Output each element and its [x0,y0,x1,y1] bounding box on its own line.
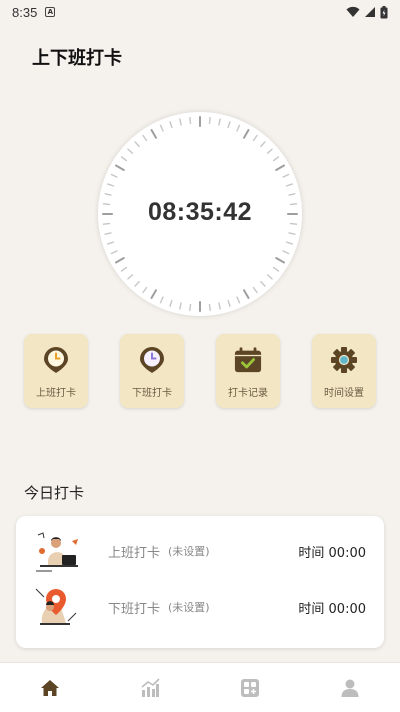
dial-tick [282,173,290,178]
dial-tick [107,183,115,187]
dial-tick [107,241,115,245]
dial-tick [282,250,290,255]
clock-pin-icon [138,346,166,374]
wifi-icon [346,6,360,17]
dial-tick [142,134,148,142]
grid-icon [241,678,259,697]
signal-icon [365,7,375,17]
dial-tick [120,266,128,272]
current-time: 08:35:42 [147,198,253,226]
dial-tick [189,116,192,125]
dial-tick [179,118,182,126]
notification-icon: A [45,7,56,17]
records-label: 打卡记录 [228,388,268,399]
dial-tick [120,156,128,162]
today-card: 上班打卡 (未设置) 时间 00:00 下班打卡 (未设置) 时间 00:00 [16,516,384,648]
status-time: 8:35 [12,4,38,20]
dial-tick [134,141,140,148]
row-time: 时间 00:00 [298,545,366,561]
dial-tick [110,250,118,255]
dial-tick [275,164,286,171]
dial-tick [227,121,231,129]
tab-home[interactable] [0,663,100,712]
dial-tick [272,266,280,272]
dial-tick [114,257,125,264]
action-buttons: 上班打卡 下班打卡 打卡记录 时间设置 [24,334,376,408]
dial-tick [227,299,231,307]
dial-tick [159,124,164,132]
home-icon [41,679,59,696]
today-section-title: 今日打卡 [24,484,85,502]
dial-tick [127,148,134,154]
records-button[interactable]: 打卡记录 [216,334,280,408]
tab-profile[interactable] [300,663,400,712]
dial-tick [260,141,266,148]
clock-in-label: 上班打卡 [36,388,76,399]
dial-tick [134,280,140,287]
list-item[interactable]: 上班打卡 (未设置) 时间 00:00 [16,526,384,576]
dial-tick [272,156,280,162]
dial-tick [243,128,250,139]
dial-tick [169,299,173,307]
dial-tick [142,286,148,294]
tab-stats[interactable] [100,663,200,712]
dial-tick [285,183,293,187]
dial-tick [252,134,258,142]
clock-out-button[interactable]: 下班打卡 [120,334,184,408]
dial-tick [275,257,286,264]
dial-tick [218,302,221,310]
dial-tick [104,193,112,196]
dial-tick [285,241,293,245]
dial-tick [266,274,273,280]
tab-apps[interactable] [200,663,300,712]
worker-illustration-icon [32,527,82,575]
dial-tick [127,274,134,280]
clock-in-button[interactable]: 上班打卡 [24,334,88,408]
dial-tick [104,232,112,235]
time-settings-label: 时间设置 [324,388,364,399]
list-item[interactable]: 下班打卡 (未设置) 时间 00:00 [16,582,384,632]
dial-tick [208,116,211,125]
clock-dial: 08:35:42 [98,112,302,316]
dial-tick [179,302,182,310]
dial-tick [236,296,241,304]
location-illustration-icon [32,583,82,631]
dial-tick [288,193,296,196]
status-bar: 8:35 A [0,0,400,24]
dial-tick [189,303,192,312]
dial-tick [150,128,157,139]
dial-tick [159,296,164,304]
bottom-tab-bar [0,662,400,712]
dial-tick [243,289,250,300]
dial-tick [266,148,273,154]
clock-out-label: 下班打卡 [132,388,172,399]
dial-tick [110,173,118,178]
dial-tick [260,280,266,287]
row-note: (未设置) [168,601,210,614]
gear-icon [330,346,358,374]
dial-tick [236,124,241,132]
dial-tick [252,286,258,294]
row-time: 时间 00:00 [298,601,366,617]
chart-icon [141,677,160,697]
dial-tick [218,118,221,126]
dial-tick [150,289,157,300]
page-title: 上下班打卡 [32,48,122,69]
row-label: 上班打卡 [108,545,161,561]
time-settings-button[interactable]: 时间设置 [312,334,376,408]
dial-tick [208,303,211,312]
user-icon [341,679,359,697]
row-label: 下班打卡 [108,601,161,617]
dial-tick [288,232,296,235]
row-note: (未设置) [168,545,210,558]
calendar-check-icon [234,346,262,374]
dial-tick [169,121,173,129]
battery-icon [380,5,388,18]
clock-pin-icon [42,346,70,374]
dial-tick [114,164,125,171]
